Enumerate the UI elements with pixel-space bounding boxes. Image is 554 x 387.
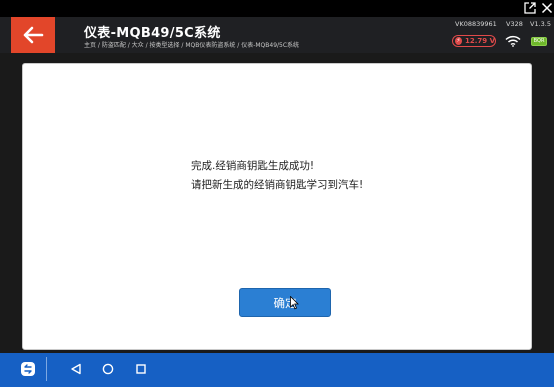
- back-triangle-icon[interactable]: [66, 359, 86, 379]
- voltage-icon: ⚡: [455, 37, 462, 45]
- external-link-icon[interactable]: [523, 2, 536, 15]
- result-message: 完成.经销商钥匙生成成功! 请把新生成的经销商钥匙学习到汽车!: [191, 157, 363, 195]
- app-header: 仪表-MQB49/5C系统 主页 / 防盗匹配 / 大众 / 按类型选择 / M…: [0, 17, 554, 53]
- vin-label: VK08839961: [455, 20, 497, 28]
- mouse-cursor-icon: [290, 296, 299, 310]
- page-title: 仪表-MQB49/5C系统: [84, 26, 221, 41]
- dialog-panel: 完成.经销商钥匙生成成功! 请把新生成的经销商钥匙学习到汽车! 确定: [22, 63, 532, 350]
- message-line-1: 完成.经销商钥匙生成成功!: [191, 160, 315, 172]
- message-line-2: 请把新生成的经销商钥匙学习到汽车!: [191, 179, 364, 191]
- recents-square-icon[interactable]: [131, 359, 151, 379]
- device-model-label: V328: [506, 20, 523, 28]
- home-circle-icon[interactable]: [98, 359, 118, 379]
- close-icon[interactable]: [540, 2, 553, 15]
- back-button[interactable]: [11, 17, 55, 53]
- voltage-value: 12.79 V: [465, 37, 495, 45]
- battery-icon: BQR: [531, 37, 547, 46]
- wifi-icon: [505, 35, 521, 47]
- app-switch-icon[interactable]: [18, 359, 38, 379]
- breadcrumb: 主页 / 防盗匹配 / 大众 / 按类型选择 / MQB仪表防盗系统 / 仪表-…: [84, 42, 300, 49]
- voltage-badge: ⚡ 12.79 V: [452, 35, 496, 47]
- back-arrow-icon: [23, 26, 44, 44]
- nav-divider: [46, 357, 47, 381]
- version-label: V1.3.5: [530, 20, 551, 28]
- confirm-button[interactable]: 确定: [239, 288, 331, 317]
- system-nav-bar: [0, 353, 554, 387]
- window-control-strip: [0, 0, 554, 17]
